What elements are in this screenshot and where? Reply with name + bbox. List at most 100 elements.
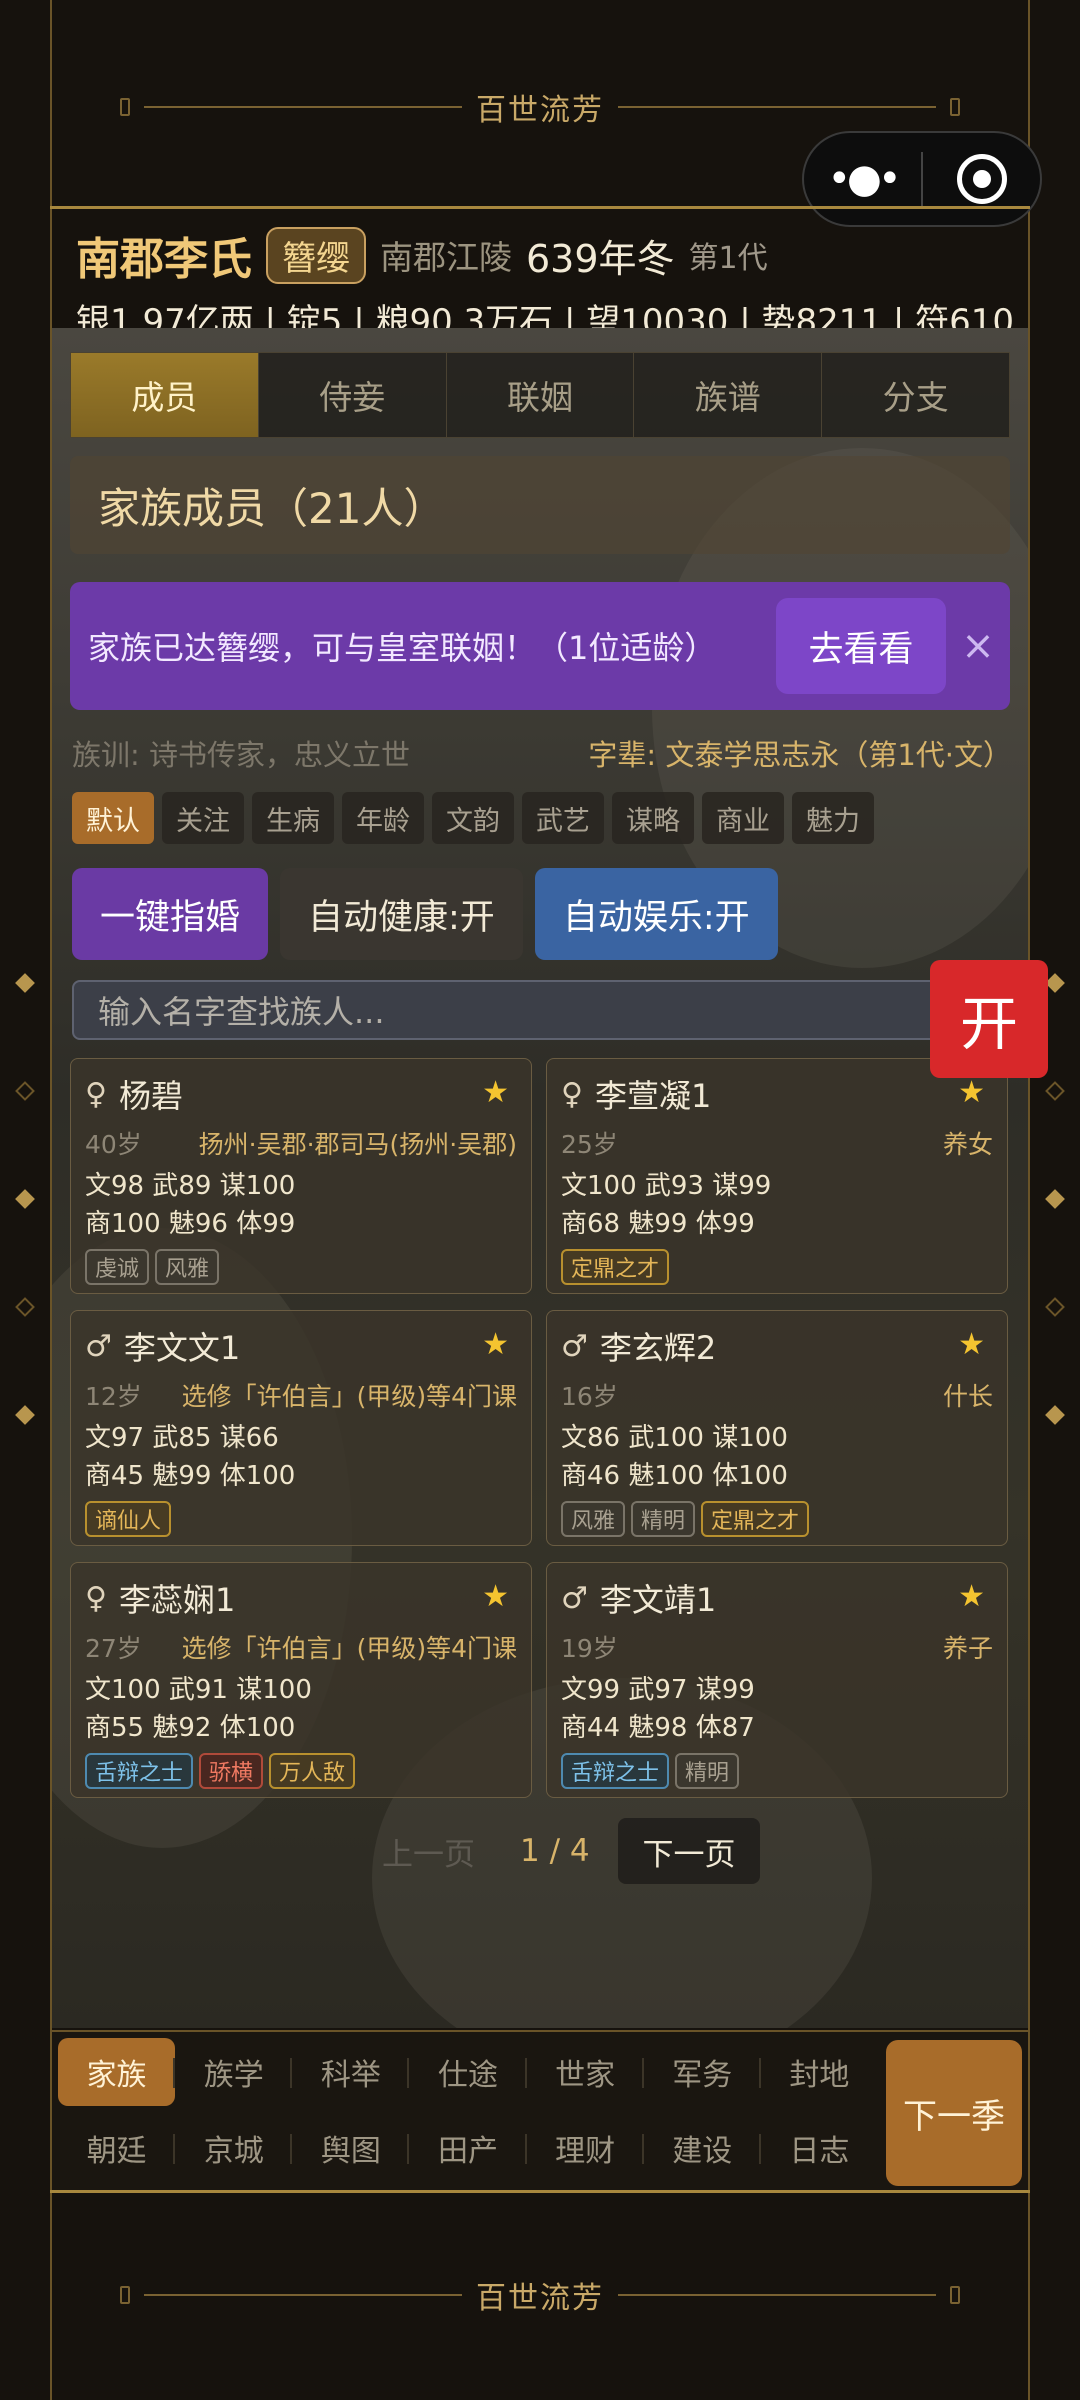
gender-icon: ♂ xyxy=(85,1328,112,1364)
gender-icon: ♂ xyxy=(561,1328,588,1364)
nav-map[interactable]: 舆图 xyxy=(292,2114,410,2182)
nav-capital[interactable]: 京城 xyxy=(175,2114,293,2182)
filter-commerce[interactable]: 商业 xyxy=(702,792,784,844)
member-post: 选修「许伯言」(甲级)等4门课 xyxy=(181,1634,517,1663)
trait-tag: 骄横 xyxy=(199,1753,264,1789)
member-sub: 40岁 扬州·吴郡·郡司马(扬州·吴郡) xyxy=(85,1125,517,1161)
member-post: 养子 xyxy=(942,1634,993,1663)
member-stats-1: 文98 武89 谋100 xyxy=(85,1171,296,1201)
filter-charm[interactable]: 魅力 xyxy=(792,792,874,844)
banner-text: 百世流芳 xyxy=(476,2281,604,2316)
next-season-button[interactable]: 下一季 xyxy=(886,2040,1022,2186)
member-name: 杨碧 xyxy=(118,1077,183,1115)
diamond-ornament-icon xyxy=(15,973,35,993)
nav-finance[interactable]: 理财 xyxy=(527,2114,644,2182)
banner-cap xyxy=(120,2286,130,2304)
royal-marriage-notice: 家族已达簪缨，可与皇室联姻！（1位适龄） 去看看 × xyxy=(70,582,1010,710)
nav-fief[interactable]: 封地 xyxy=(761,2038,878,2106)
trait-tag: 舌辩之士 xyxy=(561,1753,670,1789)
favorite-star-icon[interactable]: ★ xyxy=(958,1327,985,1362)
trait-tag: 精明 xyxy=(631,1501,696,1537)
nav-court[interactable]: 朝廷 xyxy=(58,2114,176,2182)
open-button[interactable]: 开 xyxy=(930,960,1048,1078)
trait-tag: 舌辩之士 xyxy=(85,1753,194,1789)
current-season: 639年冬 xyxy=(526,236,675,281)
member-post: 扬州·吴郡·郡司马(扬州·吴郡) xyxy=(198,1130,517,1159)
tab-branches[interactable]: 分支 xyxy=(822,353,1009,437)
favorite-star-icon[interactable]: ★ xyxy=(958,1579,985,1614)
more-icon[interactable]: •●• xyxy=(804,156,921,202)
nav-estates[interactable]: 田产 xyxy=(409,2114,527,2182)
member-card[interactable]: ♀ 杨碧 ★ 40岁 扬州·吴郡·郡司马(扬州·吴郡) 文98 武89 谋100… xyxy=(70,1058,532,1294)
diamond-ornament-icon xyxy=(15,1189,35,1209)
trait-tags: 风雅 精明 定鼎之才 xyxy=(561,1501,993,1537)
member-card-grid: ♀ 杨碧 ★ 40岁 扬州·吴郡·郡司马(扬州·吴郡) 文98 武89 谋100… xyxy=(70,1058,1010,1798)
filter-age[interactable]: 年龄 xyxy=(342,792,424,844)
trait-tag: 万人敌 xyxy=(269,1753,356,1789)
member-card[interactable]: ♀ 李萱凝1 ★ 25岁 养女 文100 武93 谋99 商68 魅99 体99… xyxy=(546,1058,1008,1294)
filter-literary[interactable]: 文韵 xyxy=(432,792,514,844)
member-age: 25岁 xyxy=(561,1130,618,1159)
nav-military[interactable]: 军务 xyxy=(644,2038,761,2106)
banner-cap xyxy=(950,98,960,116)
banner-rule xyxy=(618,106,936,108)
nav-clan-school[interactable]: 族学 xyxy=(175,2038,293,2106)
auto-match-button[interactable]: 一键指婚 xyxy=(72,868,269,960)
trait-tags: 定鼎之才 xyxy=(561,1249,993,1285)
trait-tags: 虔诚 风雅 xyxy=(85,1249,517,1285)
member-name: 李蕊娴1 xyxy=(118,1581,236,1619)
member-search-input[interactable]: 输入名字查找族人... xyxy=(72,980,952,1040)
auto-fun-toggle[interactable]: 自动娱乐:开 xyxy=(534,868,778,960)
trait-tags: 舌辩之士 骄横 万人敌 xyxy=(85,1753,517,1789)
nav-noble-houses[interactable]: 世家 xyxy=(527,2038,644,2106)
member-age: 19岁 xyxy=(561,1634,618,1663)
family-header: 南郡李氏 簪缨 南郡江陵 639年冬 第1代 xyxy=(76,222,768,288)
member-card[interactable]: ♂ 李文文1 ★ 12岁 选修「许伯言」(甲级)等4门课 文97 武85 谋66… xyxy=(70,1310,532,1546)
close-target-icon[interactable] xyxy=(923,154,1040,204)
bottom-nav: 家族 族学 科举 仕途 世家 军务 封地 朝廷 京城 舆图 田产 理财 建设 日… xyxy=(52,2030,1028,2192)
bottom-banner: 百世流芳 xyxy=(50,2240,1030,2350)
member-header: ♀ 李萱凝1 xyxy=(561,1071,993,1117)
member-header: ♂ 李玄辉2 xyxy=(561,1323,993,1369)
filter-strategy[interactable]: 谋略 xyxy=(612,792,694,844)
filter-sick[interactable]: 生病 xyxy=(252,792,334,844)
member-card[interactable]: ♂ 李玄辉2 ★ 16岁 什长 文86 武100 谋100 商46 魅100 体… xyxy=(546,1310,1008,1546)
view-button[interactable]: 去看看 xyxy=(776,598,946,694)
filter-followed[interactable]: 关注 xyxy=(162,792,244,844)
nav-log[interactable]: 日志 xyxy=(761,2114,878,2182)
filter-default[interactable]: 默认 xyxy=(72,792,154,844)
banner-rule xyxy=(144,106,462,108)
close-icon[interactable]: × xyxy=(946,623,1010,669)
frame-right-line xyxy=(1028,0,1030,2400)
tab-members[interactable]: 成员 xyxy=(71,353,259,437)
filter-martial[interactable]: 武艺 xyxy=(522,792,604,844)
auto-health-toggle[interactable]: 自动健康:开 xyxy=(280,868,523,960)
diamond-ornament-icon xyxy=(1045,973,1065,993)
member-stats-1: 文97 武85 谋66 xyxy=(85,1423,279,1453)
tab-marriage[interactable]: 联姻 xyxy=(447,353,635,437)
member-stats-1: 文99 武97 谋99 xyxy=(561,1675,755,1705)
diamond-ornament-icon xyxy=(1045,1081,1065,1101)
favorite-star-icon[interactable]: ★ xyxy=(482,1327,509,1362)
nav-build[interactable]: 建设 xyxy=(644,2114,761,2182)
tab-genealogy[interactable]: 族谱 xyxy=(634,353,823,437)
favorite-star-icon[interactable]: ★ xyxy=(958,1075,985,1110)
trait-tag: 定鼎之才 xyxy=(561,1249,670,1285)
member-name: 李文靖1 xyxy=(599,1581,717,1619)
member-stats-1: 文100 武93 谋99 xyxy=(561,1171,772,1201)
diamond-ornament-icon xyxy=(15,1405,35,1425)
nav-family[interactable]: 家族 xyxy=(58,2038,176,2106)
member-card[interactable]: ♀ 李蕊娴1 ★ 27岁 选修「许伯言」(甲级)等4门课 文100 武91 谋1… xyxy=(70,1562,532,1798)
next-page-button[interactable]: 下一页 xyxy=(618,1818,760,1884)
favorite-star-icon[interactable]: ★ xyxy=(482,1579,509,1614)
member-card[interactable]: ♂ 李文靖1 ★ 19岁 养子 文99 武97 谋99 商44 魅98 体87 … xyxy=(546,1562,1008,1798)
tab-concubines[interactable]: 侍妾 xyxy=(259,353,447,437)
member-header: ♂ 李文靖1 xyxy=(561,1575,993,1621)
prev-page-button[interactable]: 上一页 xyxy=(382,1829,475,1874)
nav-exam[interactable]: 科举 xyxy=(292,2038,410,2106)
member-sub: 12岁 选修「许伯言」(甲级)等4门课 xyxy=(85,1377,517,1413)
nav-career[interactable]: 仕途 xyxy=(409,2038,527,2106)
notice-message: 家族已达簪缨，可与皇室联姻！（1位适龄） xyxy=(88,629,717,667)
member-post: 选修「许伯言」(甲级)等4门课 xyxy=(181,1382,517,1411)
favorite-star-icon[interactable]: ★ xyxy=(482,1075,509,1110)
